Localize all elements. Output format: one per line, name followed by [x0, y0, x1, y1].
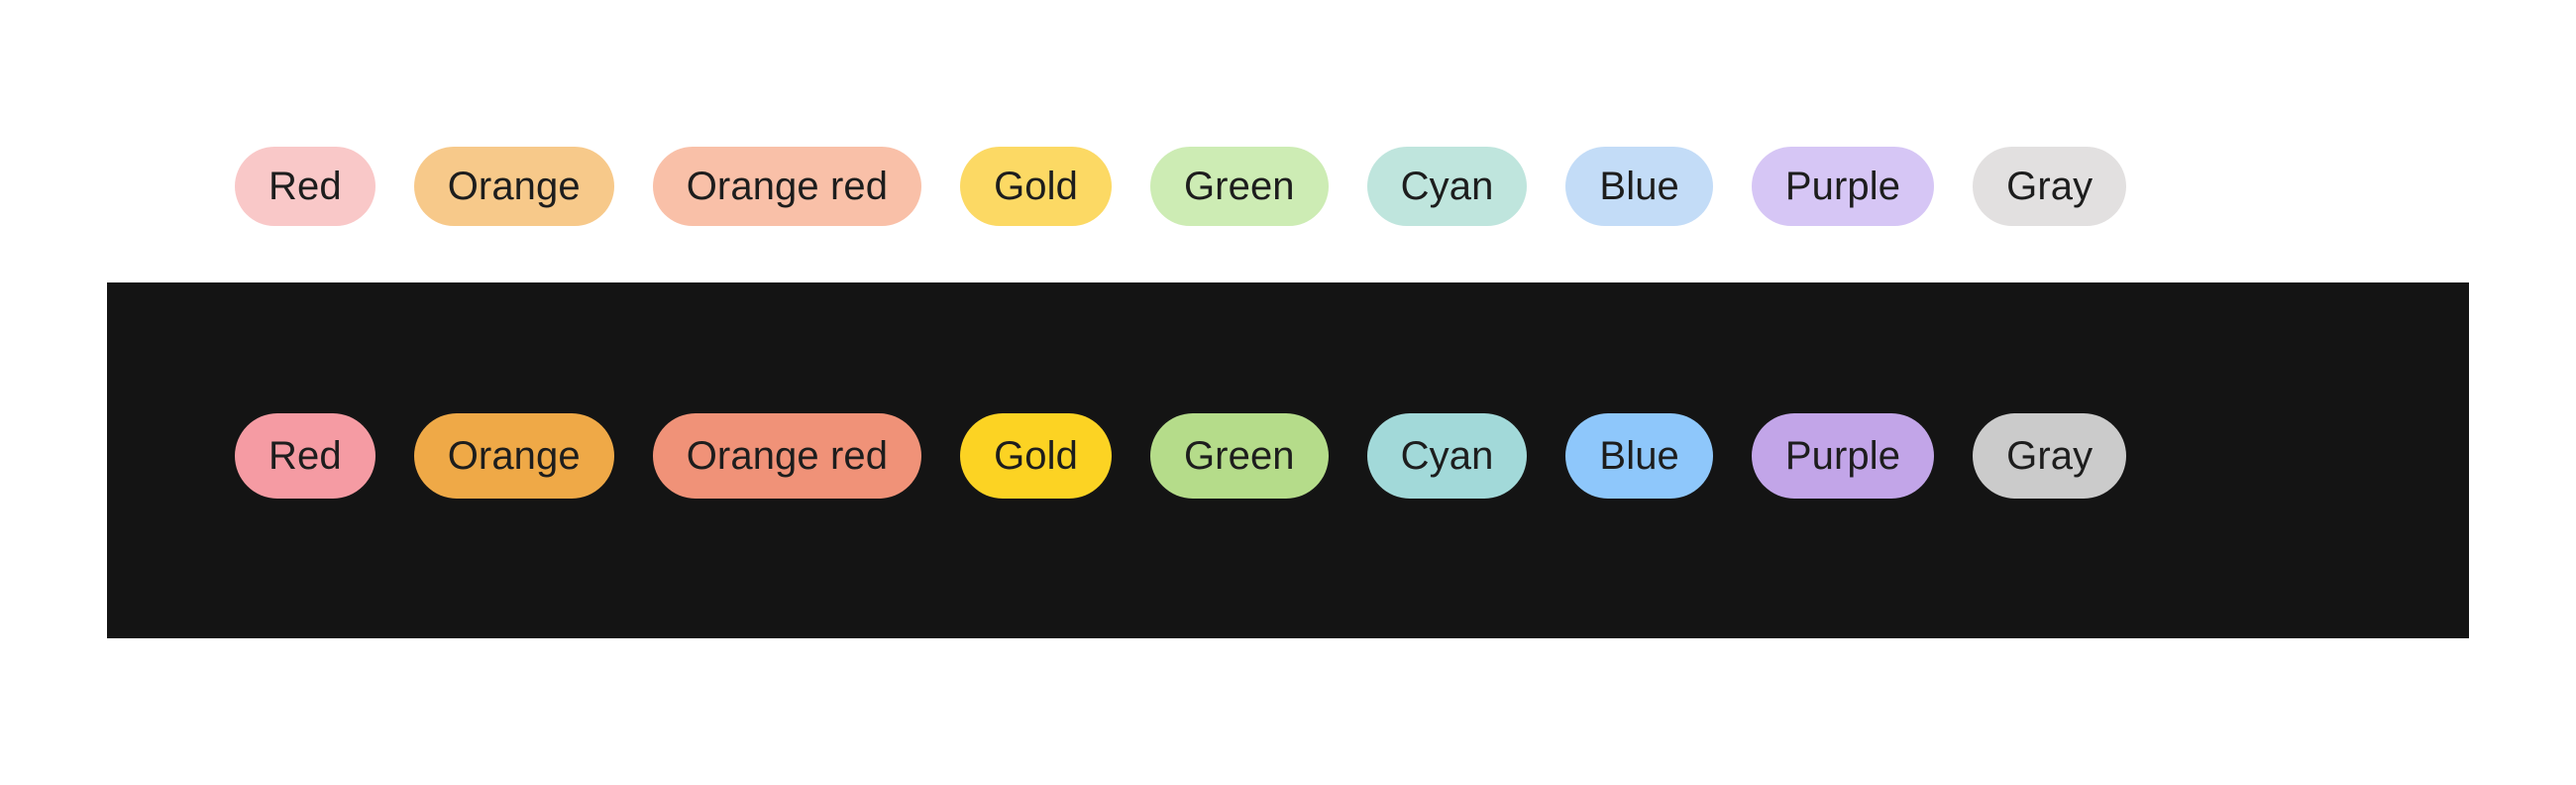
badge-gray[interactable]: Gray [1973, 413, 2127, 499]
badge-cyan[interactable]: Cyan [1366, 413, 1528, 499]
badge-gold[interactable]: Gold [960, 147, 1112, 226]
badge-purple[interactable]: Purple [1751, 147, 1935, 226]
badge-orange[interactable]: Orange [413, 147, 614, 226]
badge-green[interactable]: Green [1149, 147, 1329, 226]
light-badge-row: Red Orange Orange red Gold Green Cyan Blue Purp… [235, 147, 2127, 226]
badge-red[interactable]: Red [235, 413, 376, 499]
badge-cyan[interactable]: Cyan [1366, 147, 1528, 226]
badge-blue[interactable]: Blue [1565, 413, 1713, 499]
badge-purple[interactable]: Purple [1751, 413, 1935, 499]
badge-green[interactable]: Green [1149, 413, 1329, 499]
badge-orange[interactable]: Orange [413, 413, 614, 499]
palette-stage: Red Orange Orange red Gold Green Cyan Blue Purp… [0, 0, 2576, 785]
badge-orange-red[interactable]: Orange red [652, 413, 922, 499]
badge-orange-red[interactable]: Orange red [652, 147, 922, 226]
dark-badge-row: Red Orange Orange red Gold Green Cyan Blue Purp… [235, 413, 2127, 499]
dark-theme-panel: Red Orange Orange red Gold Green Cyan Blue Purp… [107, 282, 2469, 638]
badge-gray[interactable]: Gray [1973, 147, 2127, 226]
badge-red[interactable]: Red [235, 147, 376, 226]
badge-blue[interactable]: Blue [1565, 147, 1713, 226]
badge-gold[interactable]: Gold [960, 413, 1112, 499]
